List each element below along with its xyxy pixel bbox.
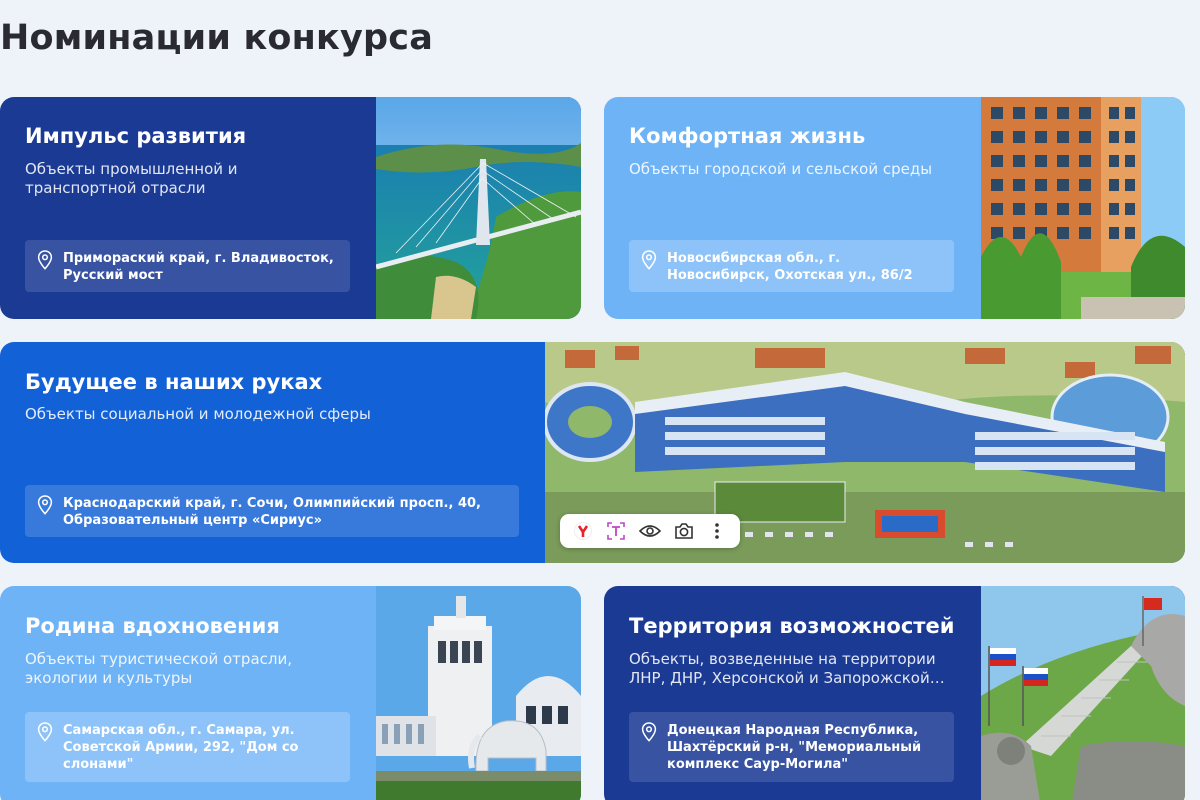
location-pin-icon (37, 250, 53, 270)
location-pin-icon (37, 495, 53, 515)
nomination-card-homeland[interactable]: Родина вдохновения Объекты туристической… (0, 586, 581, 800)
card-title: Территория возможностей (629, 614, 955, 638)
location-pin-icon (641, 250, 657, 270)
house-with-elephants-photo (376, 586, 581, 800)
nomination-card-impulse[interactable]: Импульс развития Объекты промышленной и … (0, 97, 581, 319)
image-toolbar (560, 514, 740, 548)
location-text: Донецкая Народная Республика, Шахтёрский… (667, 723, 922, 772)
location-text: Самарская обл., г. Самара, ул. Советской… (63, 723, 299, 772)
location-text: Новосибирская обл., г. Новосибирск, Охот… (667, 251, 913, 283)
location-box: Краснодарский край, г. Сочи, Олимпийский… (25, 485, 519, 537)
card-title: Импульс развития (25, 124, 247, 148)
yandex-icon[interactable] (570, 518, 596, 544)
card-description: Объекты промышленной и транспортной отра… (25, 160, 238, 197)
russky-bridge-photo (376, 97, 581, 319)
card-title: Комфортная жизнь (629, 124, 866, 148)
residential-building-photo (981, 97, 1185, 319)
more-icon[interactable] (704, 518, 730, 544)
page-title: Номинации конкурса (0, 18, 434, 58)
nomination-card-comfort[interactable]: Комфортная жизнь Объекты городской и сел… (604, 97, 1185, 319)
location-box: Примораский край, г. Владивосток, Русски… (25, 240, 350, 292)
card-description: Объекты, возведенные на территории ЛНР, … (629, 650, 945, 687)
card-title: Родина вдохновения (25, 614, 280, 638)
saur-mogila-photo (981, 586, 1185, 800)
card-description: Объекты туристической отрасли, экологии … (25, 650, 292, 687)
card-description: Объекты социальной и молодежной сферы (25, 405, 371, 423)
text-recognition-icon[interactable] (603, 518, 629, 544)
nomination-card-territory[interactable]: Территория возможностей Объекты, возведе… (604, 586, 1185, 800)
location-pin-icon (641, 722, 657, 742)
location-text: Краснодарский край, г. Сочи, Олимпийский… (63, 496, 481, 528)
location-pin-icon (37, 722, 53, 742)
card-title: Будущее в наших руках (25, 370, 323, 394)
location-text: Примораский край, г. Владивосток, Русски… (63, 251, 334, 283)
eye-icon[interactable] (637, 518, 663, 544)
card-description: Объекты городской и сельской среды (629, 160, 933, 178)
camera-search-icon[interactable] (671, 518, 697, 544)
location-box: Донецкая Народная Республика, Шахтёрский… (629, 712, 954, 782)
location-box: Новосибирская обл., г. Новосибирск, Охот… (629, 240, 954, 292)
location-box: Самарская обл., г. Самара, ул. Советской… (25, 712, 350, 782)
